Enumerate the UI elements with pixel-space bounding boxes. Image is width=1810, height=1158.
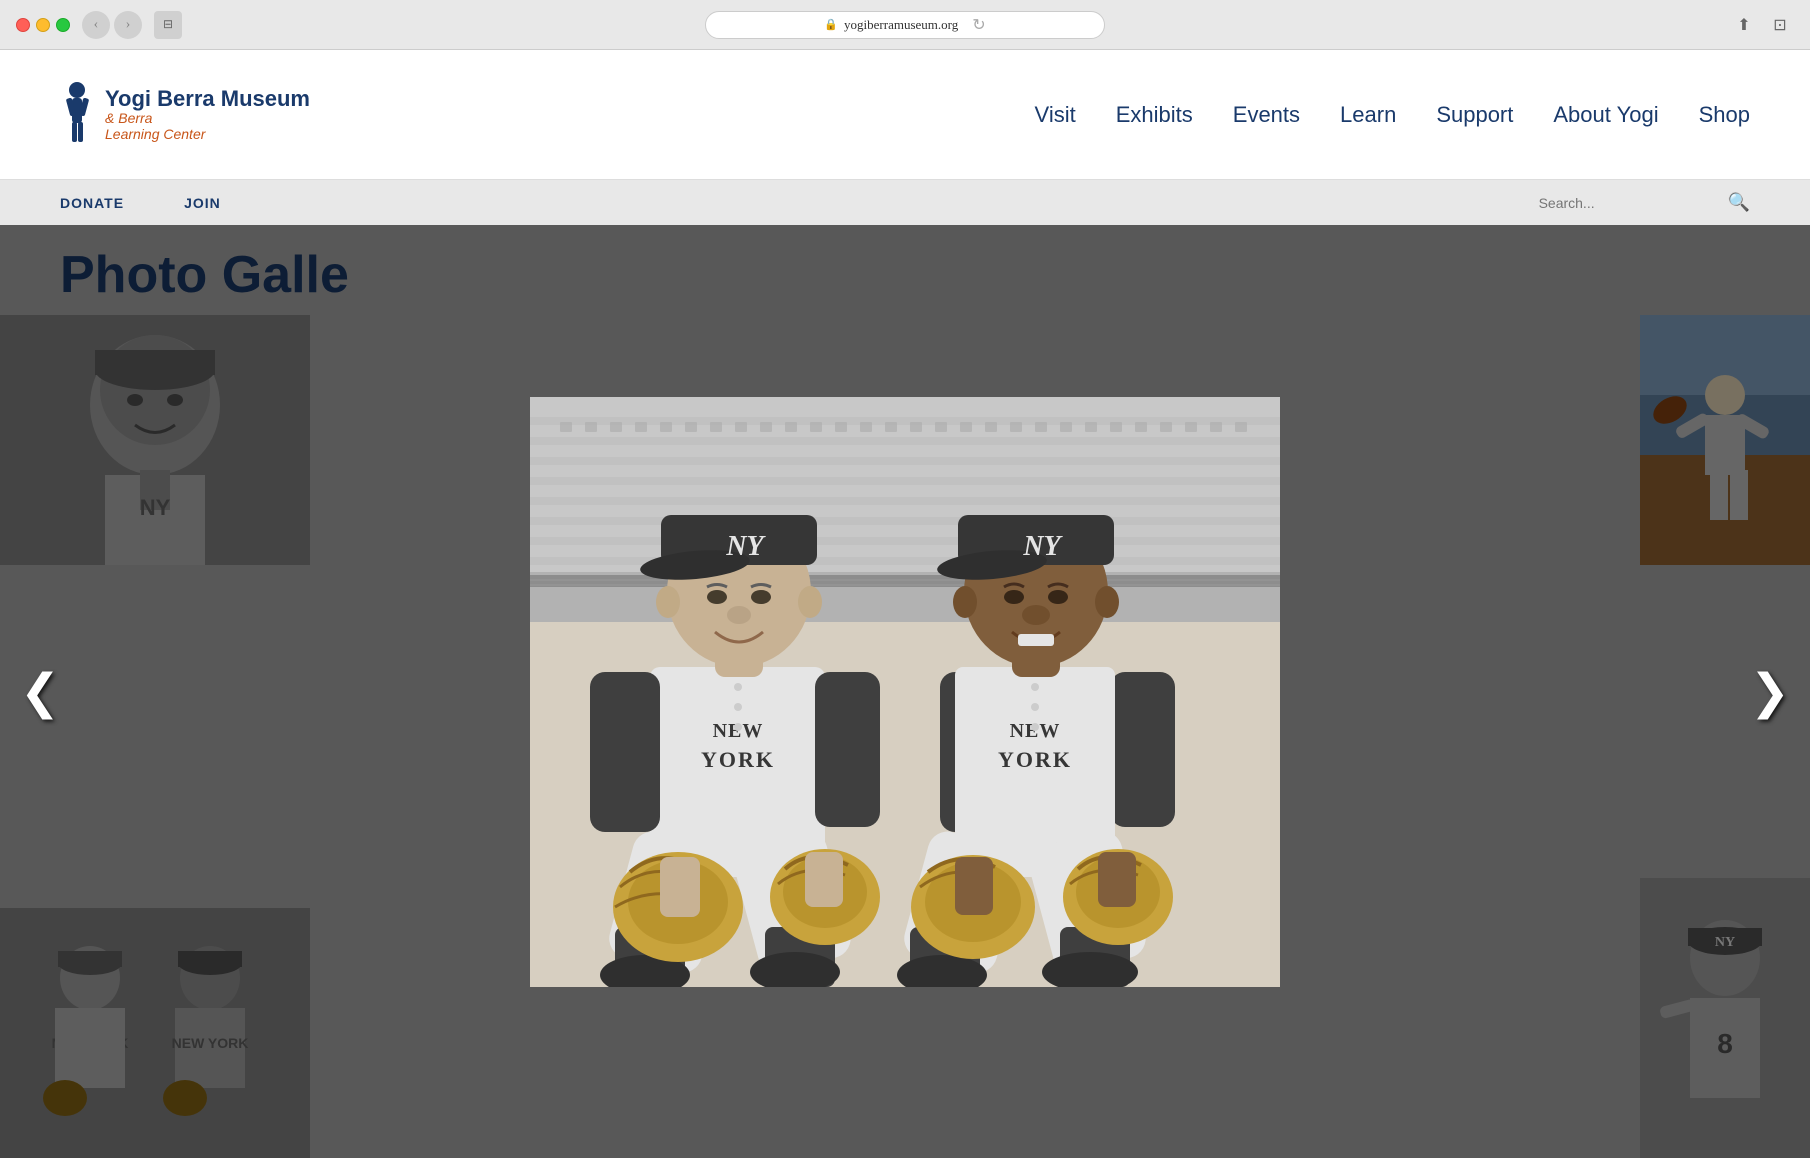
browser-nav-buttons: ‹ › (82, 11, 142, 39)
address-bar[interactable]: 🔒 yogiberramuseum.org ↻ (705, 11, 1105, 39)
search-input[interactable] (1539, 195, 1720, 211)
nav-item-shop[interactable]: Shop (1699, 102, 1750, 128)
join-link[interactable]: JOIN (184, 195, 221, 211)
logo-text: Yogi Berra Museum & Berra Learning Cente… (105, 87, 310, 142)
search-icon[interactable]: 🔍 (1728, 192, 1750, 213)
website: Yogi Berra Museum & Berra Learning Cente… (0, 50, 1810, 1158)
maximize-window-button[interactable] (56, 18, 70, 32)
close-window-button[interactable] (16, 18, 30, 32)
nav-item-exhibits[interactable]: Exhibits (1116, 102, 1193, 128)
nav-item-events[interactable]: Events (1233, 102, 1300, 128)
browser-chrome: ‹ › ⊟ 🔒 yogiberramuseum.org ↻ ⬆ ⊡ (0, 0, 1810, 50)
traffic-lights (16, 18, 70, 32)
fullscreen-button[interactable]: ⊡ (1766, 11, 1794, 39)
forward-button[interactable]: › (114, 11, 142, 39)
donate-link[interactable]: DONATE (60, 195, 124, 211)
nav-item-support[interactable]: Support (1436, 102, 1513, 128)
url-text: yogiberramuseum.org (844, 17, 958, 33)
search-area: 🔍 (1539, 192, 1750, 213)
site-header: Yogi Berra Museum & Berra Learning Cente… (0, 50, 1810, 180)
lightbox-next-button[interactable]: ❯ (1750, 664, 1790, 720)
secondary-nav: DONATE JOIN 🔍 (0, 180, 1810, 225)
sidebar-button[interactable]: ⊟ (154, 11, 182, 39)
lightbox-overlay[interactable]: ✕ ❮ (0, 225, 1810, 1158)
main-nav: Visit Exhibits Events Learn Support Abou… (1035, 102, 1750, 128)
share-button[interactable]: ⬆ (1730, 11, 1758, 39)
back-button[interactable]: ‹ (82, 11, 110, 39)
lightbox-image: NEW YORK (530, 397, 1280, 987)
logo-line3: Learning Center (105, 127, 310, 142)
logo-area[interactable]: Yogi Berra Museum & Berra Learning Cente… (60, 80, 310, 150)
lightbox-image-container: NEW YORK (530, 397, 1280, 987)
reload-button[interactable]: ↻ (972, 15, 985, 35)
browser-actions: ⬆ ⊡ (1730, 11, 1794, 39)
nav-item-visit[interactable]: Visit (1035, 102, 1076, 128)
lock-icon: 🔒 (824, 18, 838, 31)
minimize-window-button[interactable] (36, 18, 50, 32)
logo-line2: & Berra (105, 111, 310, 126)
logo-line1: Yogi Berra Museum (105, 87, 310, 111)
nav-item-about-yogi[interactable]: About Yogi (1553, 102, 1658, 128)
main-content: Photo Galle NY (0, 225, 1810, 1158)
nav-item-learn[interactable]: Learn (1340, 102, 1396, 128)
lightbox-prev-button[interactable]: ❮ (20, 664, 60, 720)
logo-figure (60, 80, 95, 150)
